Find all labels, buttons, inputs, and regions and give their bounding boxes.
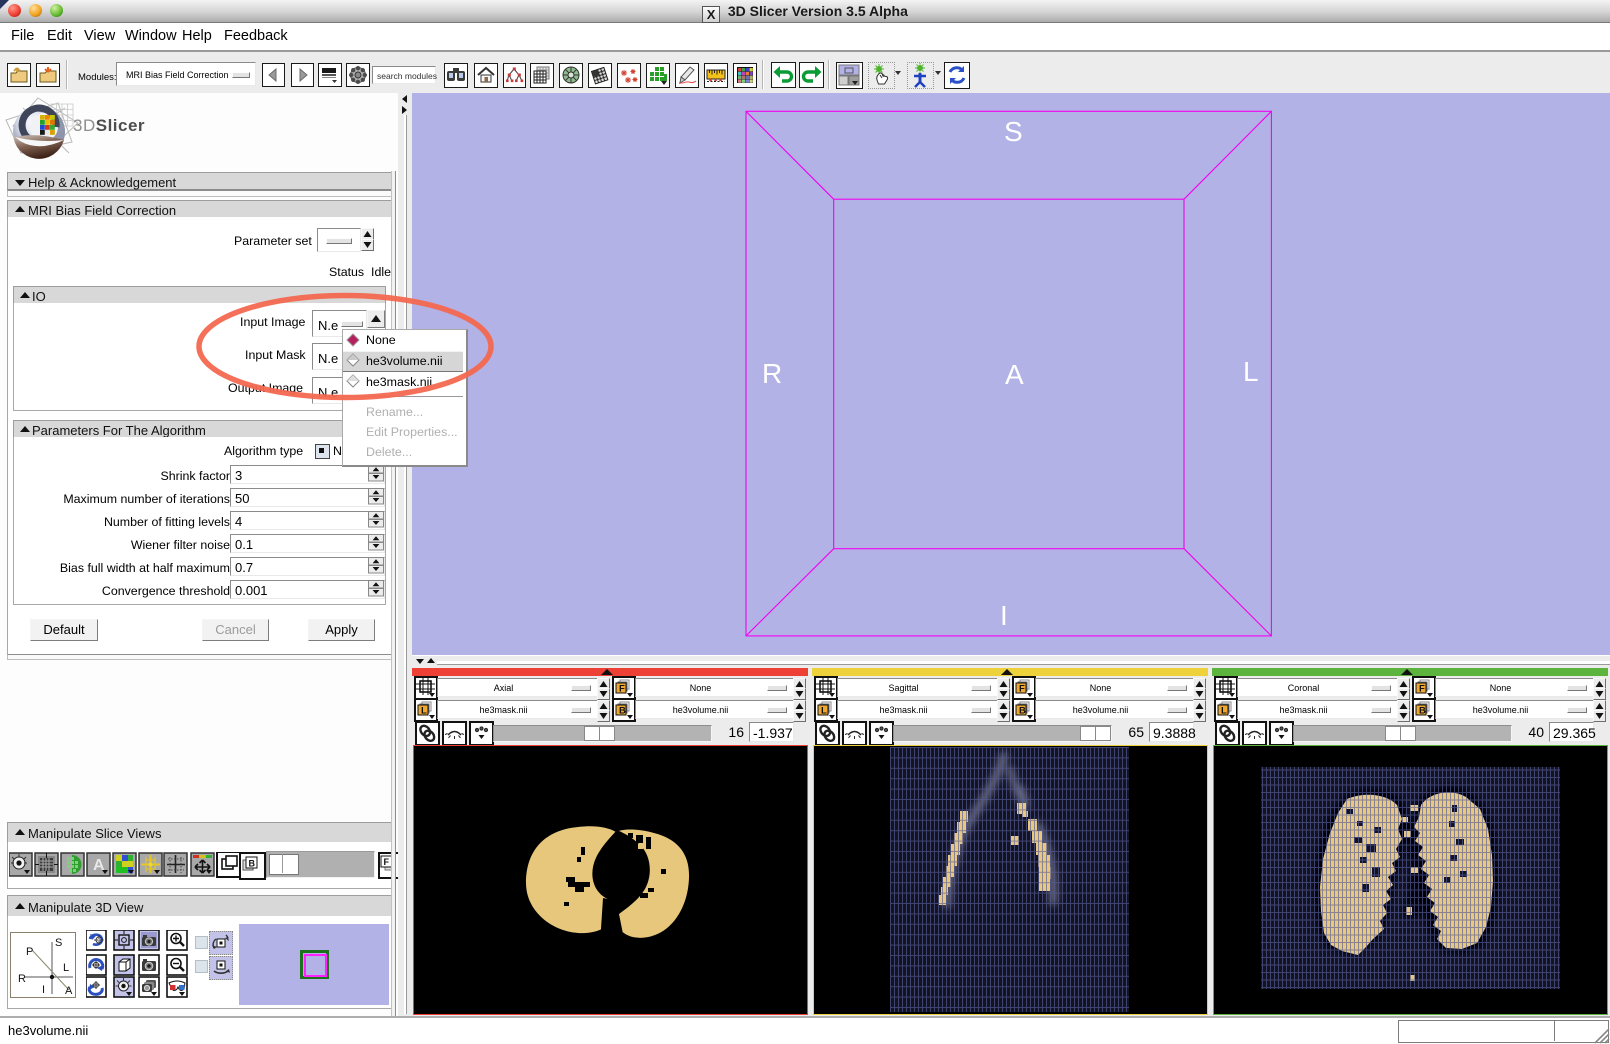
svg-text:S: S bbox=[1004, 116, 1023, 147]
svg-text:B: B bbox=[1019, 706, 1026, 717]
svg-text:L: L bbox=[821, 706, 827, 717]
svg-text:R: R bbox=[762, 358, 782, 389]
svg-text:L: L bbox=[63, 962, 69, 974]
svg-text:I: I bbox=[1000, 600, 1008, 631]
svg-text:A: A bbox=[1005, 359, 1024, 390]
svg-text:L: L bbox=[421, 706, 427, 717]
svg-text:S: S bbox=[55, 937, 62, 949]
svg-text:A: A bbox=[65, 985, 73, 997]
svg-text:P: P bbox=[26, 946, 33, 958]
svg-text:F: F bbox=[384, 857, 390, 867]
svg-text:L: L bbox=[1243, 356, 1259, 387]
svg-text:B: B bbox=[1419, 706, 1426, 717]
svg-text:F: F bbox=[1419, 684, 1425, 695]
svg-text:F: F bbox=[1019, 684, 1025, 695]
svg-text:B: B bbox=[249, 859, 256, 869]
svg-text:R: R bbox=[18, 973, 26, 985]
svg-text:F: F bbox=[619, 684, 625, 695]
svg-text:B: B bbox=[619, 706, 626, 717]
svg-text:I: I bbox=[42, 984, 45, 996]
svg-text:L: L bbox=[1221, 706, 1227, 717]
